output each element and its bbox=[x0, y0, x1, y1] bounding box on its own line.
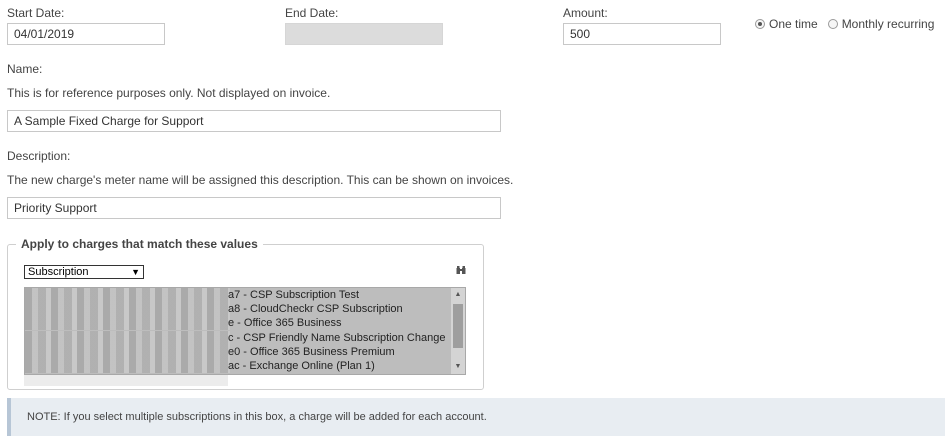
filter-legend: Apply to charges that match these values bbox=[16, 237, 263, 251]
list-item[interactable]: ac - Exchange Online (Plan 1) bbox=[25, 358, 465, 373]
list-item[interactable]: e - Office 365 Business bbox=[25, 316, 465, 331]
one-time-option[interactable]: One time bbox=[755, 17, 818, 31]
name-help-text: This is for reference purposes only. Not… bbox=[7, 86, 331, 100]
monthly-recurring-label: Monthly recurring bbox=[841, 17, 935, 31]
description-help-text: The new charge's meter name will be assi… bbox=[7, 173, 514, 187]
redacted-block bbox=[25, 302, 230, 317]
listbox-scrollbar[interactable]: ▲ ▼ bbox=[451, 288, 465, 374]
subscription-listbox[interactable]: a7 - CSP Subscription Test a8 - CloudChe… bbox=[24, 287, 466, 375]
listbox-resize-strip bbox=[24, 375, 228, 386]
start-date-input[interactable]: 04/01/2019 bbox=[7, 23, 165, 45]
one-time-label: One time bbox=[769, 17, 818, 31]
description-input[interactable]: Priority Support bbox=[7, 197, 501, 219]
binoculars-icon[interactable] bbox=[456, 265, 466, 275]
list-item[interactable]: a7 - CSP Subscription Test bbox=[25, 288, 465, 302]
start-date-label: Start Date: bbox=[7, 6, 65, 20]
description-label: Description: bbox=[7, 149, 71, 163]
redacted-block bbox=[25, 344, 230, 359]
monthly-recurring-option[interactable]: Monthly recurring bbox=[827, 17, 935, 31]
name-input[interactable]: A Sample Fixed Charge for Support bbox=[7, 110, 501, 132]
one-time-radio[interactable] bbox=[755, 19, 765, 29]
note-banner: NOTE: If you select multiple subscriptio… bbox=[7, 398, 945, 436]
amount-input[interactable]: 500 bbox=[563, 23, 721, 45]
end-date-label: End Date: bbox=[285, 6, 339, 20]
filter-type-select[interactable]: Subscription ▼ bbox=[24, 265, 144, 279]
redacted-block bbox=[25, 358, 230, 373]
scroll-down-icon[interactable]: ▼ bbox=[451, 360, 465, 374]
redacted-block bbox=[25, 288, 230, 302]
monthly-recurring-radio[interactable] bbox=[827, 19, 838, 29]
redacted-block bbox=[25, 330, 230, 345]
list-item[interactable]: a8 - CloudCheckr CSP Subscription bbox=[25, 302, 465, 317]
redacted-block bbox=[25, 316, 230, 331]
amount-label: Amount: bbox=[563, 6, 608, 20]
end-date-input bbox=[285, 23, 443, 45]
filter-type-value: Subscription bbox=[28, 266, 89, 278]
scroll-up-icon[interactable]: ▲ bbox=[451, 288, 465, 302]
name-label: Name: bbox=[7, 62, 43, 76]
frequency-radio-group: One time Monthly recurring bbox=[755, 17, 944, 31]
list-item[interactable]: c - CSP Friendly Name Subscription Chang… bbox=[25, 330, 465, 345]
list-item[interactable]: e0 - Office 365 Business Premium bbox=[25, 344, 465, 359]
dropdown-arrow-icon: ▼ bbox=[131, 267, 140, 277]
scroll-thumb[interactable] bbox=[453, 304, 463, 348]
